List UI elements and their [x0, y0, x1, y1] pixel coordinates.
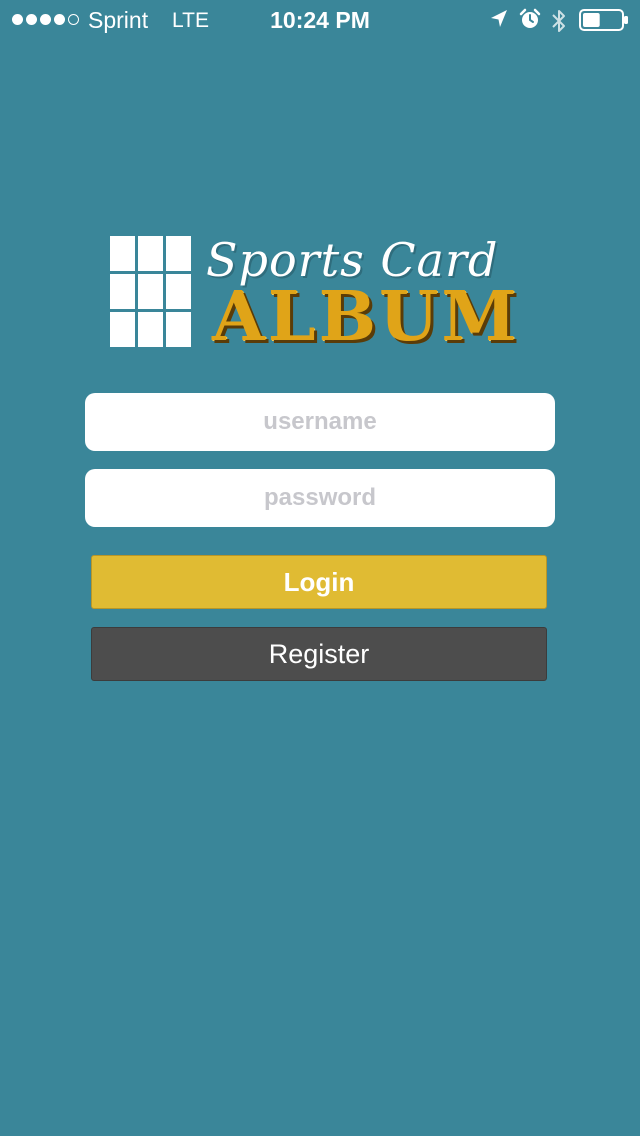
status-bar: Sprint LTE 10:24 PM	[0, 0, 640, 40]
alarm-clock-icon	[519, 8, 541, 35]
logo-album-text: ALBUM	[212, 277, 520, 357]
location-arrow-icon	[489, 8, 509, 35]
register-button[interactable]: Register	[91, 627, 547, 681]
app-logo: Sports Card ALBUM	[110, 236, 540, 356]
status-time: 10:24 PM	[270, 7, 370, 33]
password-field[interactable]	[85, 469, 555, 527]
login-button[interactable]: Login	[91, 555, 547, 609]
battery-icon	[579, 9, 629, 36]
bluetooth-icon	[550, 8, 568, 39]
username-field[interactable]	[85, 393, 555, 451]
grid-icon	[110, 236, 193, 348]
